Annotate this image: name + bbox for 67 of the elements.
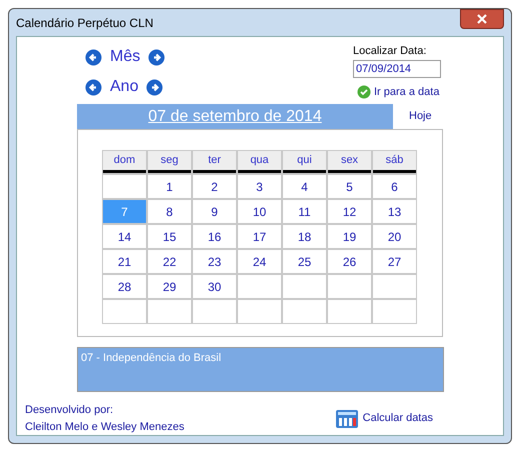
day-cell[interactable]: 9 bbox=[193, 200, 236, 223]
day-cell[interactable]: 24 bbox=[238, 250, 281, 273]
weekday-header: sáb bbox=[373, 151, 416, 173]
empty-cell bbox=[238, 300, 281, 323]
date-field[interactable]: 07/09/2014 bbox=[353, 60, 441, 78]
close-icon bbox=[477, 14, 487, 24]
check-icon bbox=[357, 84, 371, 99]
day-cell[interactable]: 23 bbox=[193, 250, 236, 273]
empty-cell bbox=[328, 275, 371, 298]
day-cell[interactable]: 13 bbox=[373, 200, 416, 223]
day-cell[interactable]: 25 bbox=[283, 250, 326, 273]
calculate-dates-link[interactable]: Calcular datas bbox=[336, 410, 433, 428]
calculator-icon bbox=[336, 410, 358, 428]
day-cell[interactable]: 19 bbox=[328, 225, 371, 248]
day-cell[interactable]: 16 bbox=[193, 225, 236, 248]
day-cell[interactable]: 29 bbox=[148, 275, 191, 298]
weekday-header: qua bbox=[238, 151, 281, 173]
credit-names: Cleilton Melo e Wesley Menezes bbox=[25, 420, 184, 434]
empty-cell bbox=[103, 300, 146, 323]
empty-cell bbox=[238, 275, 281, 298]
window-title: Calendário Perpétuo CLN bbox=[16, 14, 154, 32]
day-cell[interactable]: 22 bbox=[148, 250, 191, 273]
day-cell[interactable]: 11 bbox=[283, 200, 326, 223]
go-to-date-link[interactable]: Ir para a data bbox=[357, 84, 441, 100]
day-cell[interactable]: 26 bbox=[328, 250, 371, 273]
day-cell[interactable]: 10 bbox=[238, 200, 281, 223]
today-link[interactable]: Hoje bbox=[409, 108, 432, 125]
day-cell[interactable]: 30 bbox=[193, 275, 236, 298]
day-cell[interactable]: 20 bbox=[373, 225, 416, 248]
day-cell[interactable]: 1 bbox=[148, 175, 191, 198]
weekday-header: ter bbox=[193, 151, 236, 173]
empty-cell bbox=[373, 275, 416, 298]
day-cell[interactable]: 27 bbox=[373, 250, 416, 273]
weekday-header: qui bbox=[283, 151, 326, 173]
empty-cell bbox=[283, 275, 326, 298]
next-icon[interactable] bbox=[148, 48, 166, 66]
empty-cell bbox=[193, 300, 236, 323]
close-button[interactable] bbox=[460, 8, 504, 28]
credit-label: Desenvolvido por: bbox=[25, 403, 114, 418]
empty-cell bbox=[103, 175, 146, 198]
day-cell[interactable]: 3 bbox=[238, 175, 281, 198]
event-item: 07 - Independência do Brasil bbox=[81, 351, 222, 366]
empty-cell bbox=[283, 300, 326, 323]
day-cell[interactable]: 21 bbox=[103, 250, 146, 273]
day-cell[interactable]: 6 bbox=[373, 175, 416, 198]
day-cell[interactable]: 14 bbox=[103, 225, 146, 248]
day-cell[interactable]: 12 bbox=[328, 200, 371, 223]
day-cell[interactable]: 17 bbox=[238, 225, 281, 248]
field-label: Localizar Data: bbox=[353, 44, 428, 59]
next-icon[interactable] bbox=[146, 78, 164, 96]
previous-icon[interactable] bbox=[85, 78, 102, 96]
weekday-header: seg bbox=[148, 151, 191, 173]
empty-cell bbox=[148, 300, 191, 323]
day-cell[interactable]: 8 bbox=[148, 200, 191, 223]
day-cell[interactable]: 18 bbox=[283, 225, 326, 248]
day-cell[interactable]: 2 bbox=[193, 175, 236, 198]
day-cell[interactable]: 15 bbox=[148, 225, 191, 248]
weekday-header: sex bbox=[328, 151, 371, 173]
day-cell[interactable]: 5 bbox=[328, 175, 371, 198]
navigation-label: Mês bbox=[110, 47, 140, 67]
empty-cell bbox=[328, 300, 371, 323]
weekday-header: dom bbox=[103, 151, 146, 173]
navigation-label: Ano bbox=[110, 77, 138, 97]
day-cell[interactable]: 4 bbox=[283, 175, 326, 198]
empty-cell bbox=[373, 300, 416, 323]
day-cell[interactable]: 28 bbox=[103, 275, 146, 298]
previous-icon[interactable] bbox=[85, 48, 102, 66]
